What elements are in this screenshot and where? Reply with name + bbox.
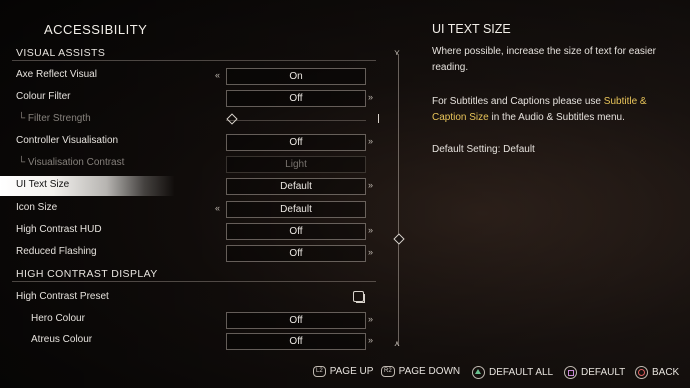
divider xyxy=(12,60,376,61)
value-box[interactable]: Off xyxy=(226,90,366,107)
scrollbar-track[interactable] xyxy=(398,54,399,346)
setting-label: └ Visualisation Contrast xyxy=(18,157,125,168)
setting-label: Icon Size xyxy=(16,202,58,213)
setting-high-contrast-preset[interactable]: High Contrast Preset xyxy=(0,288,380,308)
slider-track[interactable] xyxy=(226,120,366,121)
slider-end-marker xyxy=(378,114,379,123)
setting-ui-text-size[interactable]: UI Text Size Default » xyxy=(0,176,380,196)
value-box[interactable]: Off xyxy=(226,333,366,350)
info-text: in the Audio & Subtitles menu. xyxy=(488,112,625,123)
divider xyxy=(12,281,376,282)
circle-button-icon xyxy=(635,366,648,379)
info-default-setting: Default Setting: Default xyxy=(432,144,535,155)
setting-atreus-colour[interactable]: Atreus Colour Off » xyxy=(0,331,380,351)
scroll-bottom-icon: ⋏ xyxy=(394,339,400,348)
footer-label: PAGE UP xyxy=(329,366,374,378)
arrow-right-icon[interactable]: » xyxy=(368,136,373,146)
value-box[interactable]: Light xyxy=(226,156,366,173)
setting-visualisation-contrast[interactable]: └ Visualisation Contrast Light xyxy=(0,154,380,174)
value-box[interactable]: Off xyxy=(226,312,366,329)
footer-back[interactable]: BACK xyxy=(635,366,679,382)
setting-label: High Contrast HUD xyxy=(16,224,102,235)
setting-hero-colour[interactable]: Hero Colour Off » xyxy=(0,310,380,330)
footer-default-all[interactable]: DEFAULT ALL xyxy=(472,366,553,382)
arrow-right-icon[interactable]: » xyxy=(368,314,373,324)
r2-button-icon: R2 xyxy=(381,366,395,377)
footer-label: DEFAULT xyxy=(581,367,626,379)
slider-knob[interactable] xyxy=(226,113,238,125)
setting-high-contrast-hud[interactable]: High Contrast HUD Off » xyxy=(0,221,380,241)
footer-page-down[interactable]: R2 PAGE DOWN xyxy=(381,366,460,382)
value-box[interactable]: Default xyxy=(226,178,366,195)
info-text: For Subtitles and Captions please use xyxy=(432,96,604,107)
setting-icon-size[interactable]: Icon Size « Default xyxy=(0,199,380,219)
setting-reduced-flashing[interactable]: Reduced Flashing Off » xyxy=(0,243,380,263)
l2-button-icon: L2 xyxy=(313,366,326,377)
setting-label: High Contrast Preset xyxy=(16,291,109,302)
value-box[interactable]: Off xyxy=(226,134,366,151)
setting-colour-filter[interactable]: Colour Filter Off » xyxy=(0,88,380,108)
setting-label: Controller Visualisation xyxy=(16,135,119,146)
setting-label: Atreus Colour xyxy=(31,334,93,345)
arrow-right-icon[interactable]: » xyxy=(368,225,373,235)
arrow-right-icon[interactable]: » xyxy=(368,92,373,102)
preset-copy-icon[interactable] xyxy=(353,291,365,303)
setting-label: Reduced Flashing xyxy=(16,246,97,257)
arrow-left-icon[interactable]: « xyxy=(215,70,220,80)
value-box[interactable]: Off xyxy=(226,223,366,240)
section-visual-assists: VISUAL ASSISTS xyxy=(16,47,106,59)
setting-label: Colour Filter xyxy=(16,91,71,102)
footer-default[interactable]: DEFAULT xyxy=(564,366,625,382)
setting-label: UI Text Size xyxy=(16,179,70,190)
footer-label: PAGE DOWN xyxy=(398,366,461,378)
triangle-button-icon xyxy=(472,366,485,379)
arrow-right-icon[interactable]: » xyxy=(368,247,373,257)
arrow-right-icon[interactable]: » xyxy=(368,335,373,345)
setting-label: Axe Reflect Visual xyxy=(16,69,97,80)
setting-axe-reflect-visual[interactable]: Axe Reflect Visual « On xyxy=(0,66,380,86)
arrow-left-icon[interactable]: « xyxy=(215,203,220,213)
footer-page-up[interactable]: L2 PAGE UP xyxy=(313,366,373,382)
info-title: UI TEXT SIZE xyxy=(432,22,511,36)
square-button-icon xyxy=(564,366,577,379)
value-box[interactable]: Default xyxy=(226,201,366,218)
setting-label: └ Filter Strength xyxy=(18,113,91,124)
value-box[interactable]: Off xyxy=(226,245,366,262)
setting-label: Hero Colour xyxy=(31,313,85,324)
info-description: Where possible, increase the size of tex… xyxy=(432,46,656,73)
page-title: ACCESSIBILITY xyxy=(44,22,148,37)
setting-controller-visualisation[interactable]: Controller Visualisation Off » xyxy=(0,132,380,152)
arrow-right-icon[interactable]: » xyxy=(368,180,373,190)
footer-label: BACK xyxy=(652,367,680,379)
value-box[interactable]: On xyxy=(226,68,366,85)
setting-filter-strength[interactable]: └ Filter Strength xyxy=(0,110,380,130)
info-subtitles-note: For Subtitles and Captions please use Su… xyxy=(432,94,657,126)
section-high-contrast-display: HIGH CONTRAST DISPLAY xyxy=(16,268,158,280)
footer-label: DEFAULT ALL xyxy=(489,367,554,379)
